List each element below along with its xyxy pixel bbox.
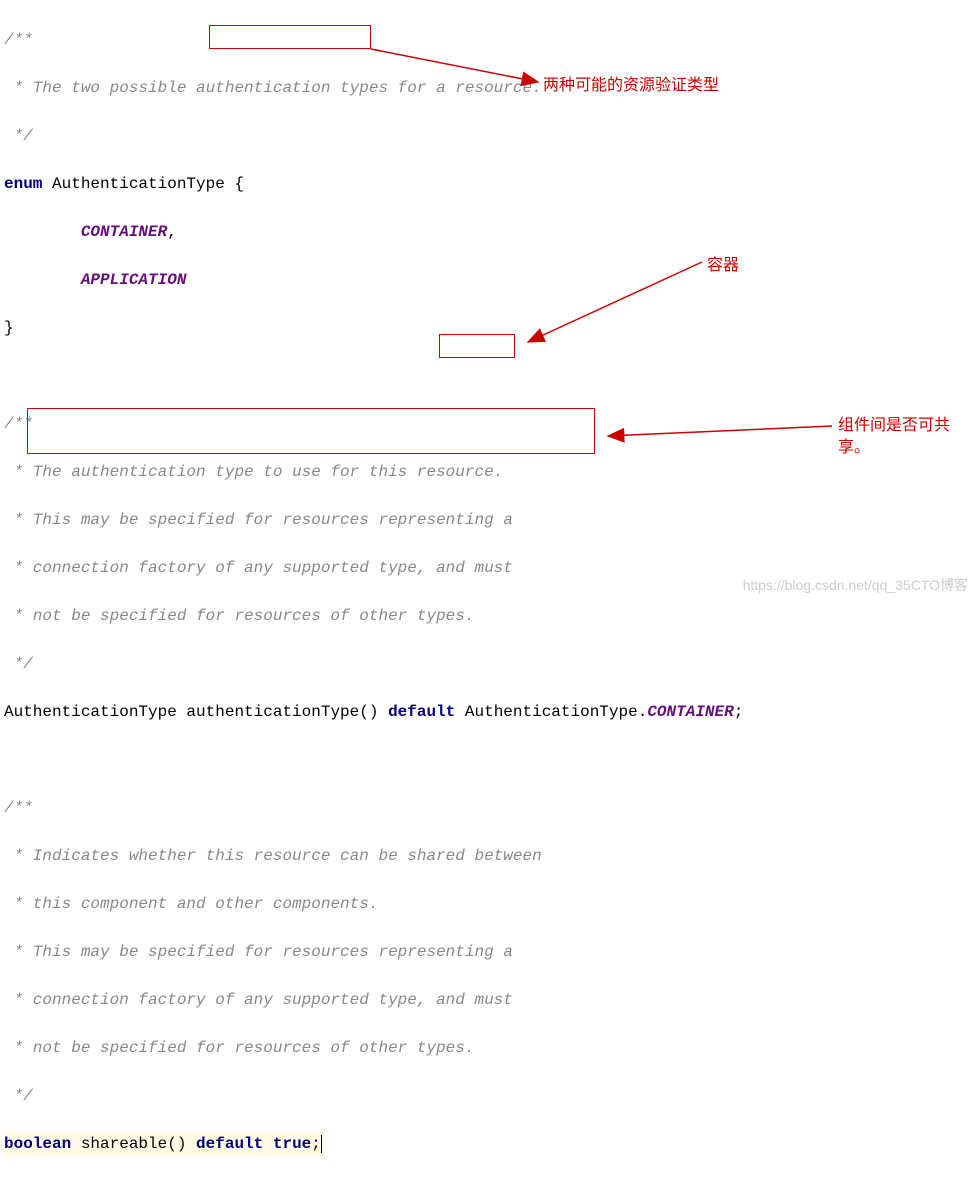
semicolon: ; bbox=[734, 703, 744, 721]
comment: * This may be specified for resources re… bbox=[4, 511, 513, 529]
annotation-text: 容器 bbox=[707, 255, 739, 277]
comment: */ bbox=[4, 127, 33, 145]
text-cursor bbox=[321, 1135, 322, 1153]
keyword-boolean: boolean bbox=[4, 1135, 71, 1153]
comment: * connection factory of any supported ty… bbox=[4, 559, 513, 577]
comment: * this component and other components. bbox=[4, 895, 378, 913]
brace-close: } bbox=[4, 319, 14, 337]
watermark: https://blog.csdn.net/qq_35CTO博客 bbox=[743, 575, 968, 595]
annotation-line: 组件间是否可共 bbox=[838, 417, 950, 434]
enum-ref: CONTAINER bbox=[647, 703, 733, 721]
enum-constant: CONTAINER bbox=[81, 223, 167, 241]
comment: types for a resource. bbox=[330, 79, 541, 97]
current-line: boolean shareable() default true; bbox=[4, 1132, 324, 1156]
qualifier: AuthenticationType. bbox=[455, 703, 647, 721]
keyword-default: default bbox=[388, 703, 455, 721]
annotation-text: 组件间是否可共 享。 bbox=[838, 415, 968, 460]
method-sig: AuthenticationType authenticationType() bbox=[4, 703, 388, 721]
comment: /** bbox=[4, 799, 33, 817]
comment: /** bbox=[4, 31, 33, 49]
comment: * not be specified for resources of othe… bbox=[4, 607, 474, 625]
method-sig: shareable() bbox=[71, 1135, 196, 1153]
keyword-true: true bbox=[263, 1135, 311, 1153]
comment: * not be specified for resources of othe… bbox=[4, 1039, 474, 1057]
type-name: AuthenticationType { bbox=[42, 175, 244, 193]
comment: */ bbox=[4, 1087, 33, 1105]
enum-constant: APPLICATION bbox=[81, 271, 187, 289]
comment: * This may be specified for resources re… bbox=[4, 943, 513, 961]
comment-highlight: authentication bbox=[196, 79, 330, 97]
comment: * The authentication type to use for thi… bbox=[4, 463, 503, 481]
comment: /** bbox=[4, 415, 33, 433]
annotation-text: 两种可能的资源验证类型 bbox=[543, 75, 719, 97]
punct: , bbox=[167, 223, 177, 241]
comment: * The two possible bbox=[4, 79, 196, 97]
comment: */ bbox=[4, 655, 33, 673]
keyword-enum: enum bbox=[4, 175, 42, 193]
semicolon: ; bbox=[311, 1135, 321, 1153]
comment: * connection factory of any supported ty… bbox=[4, 991, 513, 1009]
annotation-line: 享。 bbox=[838, 439, 870, 456]
comment: * Indicates whether this resource can be… bbox=[4, 847, 542, 865]
keyword-default: default bbox=[196, 1135, 263, 1153]
